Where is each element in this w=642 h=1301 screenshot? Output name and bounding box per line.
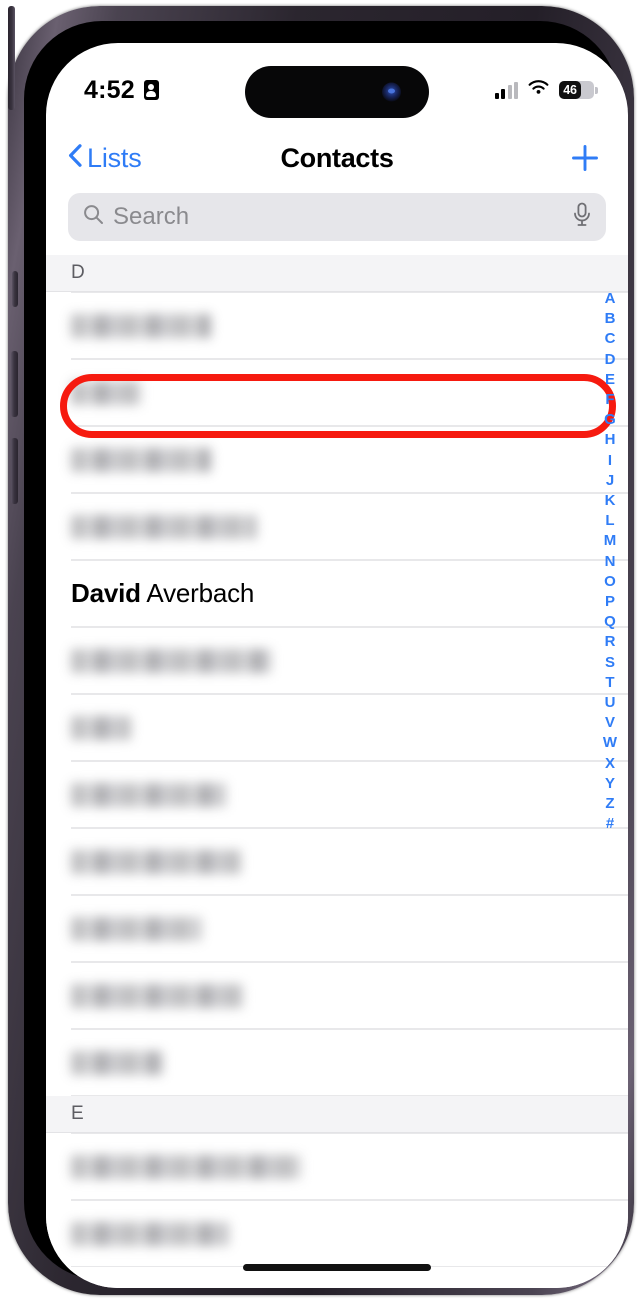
index-letter-w[interactable]: W (603, 733, 617, 753)
wifi-icon (527, 79, 550, 101)
phone-screen: 4:52 46 Lists Contacts Search D David Av… (46, 43, 628, 1288)
index-letter-e[interactable]: E (605, 370, 615, 390)
contact-row-redacted[interactable] (46, 962, 628, 1029)
contact-row-redacted[interactable] (46, 1133, 628, 1200)
battery-percentage: 46 (563, 83, 577, 97)
contact-row-redacted[interactable] (46, 1029, 628, 1096)
contact-row-redacted[interactable] (46, 292, 628, 359)
search-icon (83, 204, 104, 230)
contact-row-redacted[interactable] (46, 359, 628, 426)
cellular-signal-icon (494, 81, 518, 99)
home-indicator[interactable] (243, 1264, 431, 1271)
back-button-label: Lists (87, 142, 142, 173)
contact-name: David Averbach (71, 578, 254, 609)
redacted-contact-name (71, 983, 243, 1008)
power-button[interactable] (8, 6, 15, 110)
search-bar[interactable] (68, 193, 606, 241)
add-contact-button[interactable] (568, 141, 602, 175)
section-header-d: D (46, 255, 628, 292)
phone-frame: 4:52 46 Lists Contacts Search D David Av… (8, 6, 634, 1295)
contact-row-redacted[interactable] (46, 627, 628, 694)
section-header-e: E (46, 1096, 628, 1133)
redacted-contact-name (71, 447, 211, 472)
redacted-contact-name (71, 313, 211, 338)
battery-icon: 46 (559, 81, 598, 99)
dynamic-island[interactable] (245, 66, 429, 118)
contact-list[interactable]: D David Averbach E (46, 255, 628, 1288)
index-letter-g[interactable]: G (604, 410, 616, 430)
contact-row-redacted[interactable] (46, 828, 628, 895)
index-letter-b[interactable]: B (605, 309, 616, 329)
contact-row-david-averbach[interactable]: David Averbach (46, 560, 628, 627)
redacted-contact-name (71, 380, 141, 405)
search-bar-container (46, 189, 628, 241)
index-letter-y[interactable]: Y (605, 774, 615, 794)
battery-tip (595, 86, 598, 94)
status-bar-left: 4:52 (84, 76, 159, 105)
index-letter-i[interactable]: I (608, 451, 612, 471)
contact-row-redacted[interactable] (46, 761, 628, 828)
contact-row-redacted[interactable] (46, 895, 628, 962)
index-letter-t[interactable]: T (605, 673, 614, 693)
index-letter-x[interactable]: X (605, 754, 615, 774)
index-letter-f[interactable]: F (605, 390, 614, 410)
redacted-contact-name (71, 782, 226, 807)
redacted-contact-name (71, 1050, 163, 1075)
volume-up-button[interactable] (11, 351, 18, 417)
contact-row-redacted[interactable] (46, 493, 628, 560)
contact-row-redacted[interactable] (46, 1200, 628, 1267)
contact-row-redacted[interactable] (46, 694, 628, 761)
navigation-bar: Lists Contacts (46, 127, 628, 189)
plus-icon (572, 145, 598, 171)
index-letter-p[interactable]: P (605, 592, 615, 612)
contact-first-name: David (71, 578, 141, 608)
screen-bezel: 4:52 46 Lists Contacts Search D David Av… (24, 21, 628, 1288)
index-letter-j[interactable]: J (606, 471, 614, 491)
index-letter-a[interactable]: A (605, 289, 616, 309)
index-letter-s[interactable]: S (605, 653, 615, 673)
contact-last-name: Averbach (140, 578, 255, 608)
back-button-lists[interactable]: Lists (68, 143, 142, 174)
redacted-contact-name (71, 1154, 301, 1179)
index-letter-o[interactable]: O (604, 572, 616, 592)
dictation-icon[interactable] (572, 202, 592, 232)
volume-down-button[interactable] (11, 438, 18, 504)
index-letter-k[interactable]: K (605, 491, 616, 511)
index-letter-r[interactable]: R (605, 632, 616, 652)
redacted-contact-name (71, 849, 241, 874)
redacted-contact-name (71, 715, 131, 740)
status-bar-clock: 4:52 (84, 75, 135, 104)
index-letter-d[interactable]: D (605, 350, 616, 370)
chevron-left-icon (68, 144, 82, 172)
index-letter-m[interactable]: M (604, 531, 617, 551)
status-bar-right: 46 (494, 79, 598, 101)
index-letter-v[interactable]: V (605, 713, 615, 733)
index-letter-q[interactable]: Q (604, 612, 616, 632)
index-letter-u[interactable]: U (605, 693, 616, 713)
alphabet-index[interactable]: A B C D E F G H I J K L M N O P Q R S T U V W X Y Z # (598, 289, 622, 834)
index-letter-hash[interactable]: # (606, 814, 614, 834)
index-letter-h[interactable]: H (605, 430, 616, 450)
contact-row-redacted[interactable] (46, 426, 628, 493)
index-letter-c[interactable]: C (605, 329, 616, 349)
redacted-contact-name (71, 648, 271, 673)
camera-lens-icon (382, 82, 401, 102)
index-letter-z[interactable]: Z (605, 794, 614, 814)
index-letter-l[interactable]: L (605, 511, 614, 531)
redacted-contact-name (71, 514, 256, 539)
index-letter-n[interactable]: N (605, 552, 616, 572)
redacted-contact-name (71, 916, 201, 941)
redacted-contact-name (71, 1221, 229, 1246)
contact-card-icon (143, 80, 159, 100)
silent-switch-button[interactable] (12, 271, 18, 307)
search-input[interactable] (113, 203, 563, 231)
